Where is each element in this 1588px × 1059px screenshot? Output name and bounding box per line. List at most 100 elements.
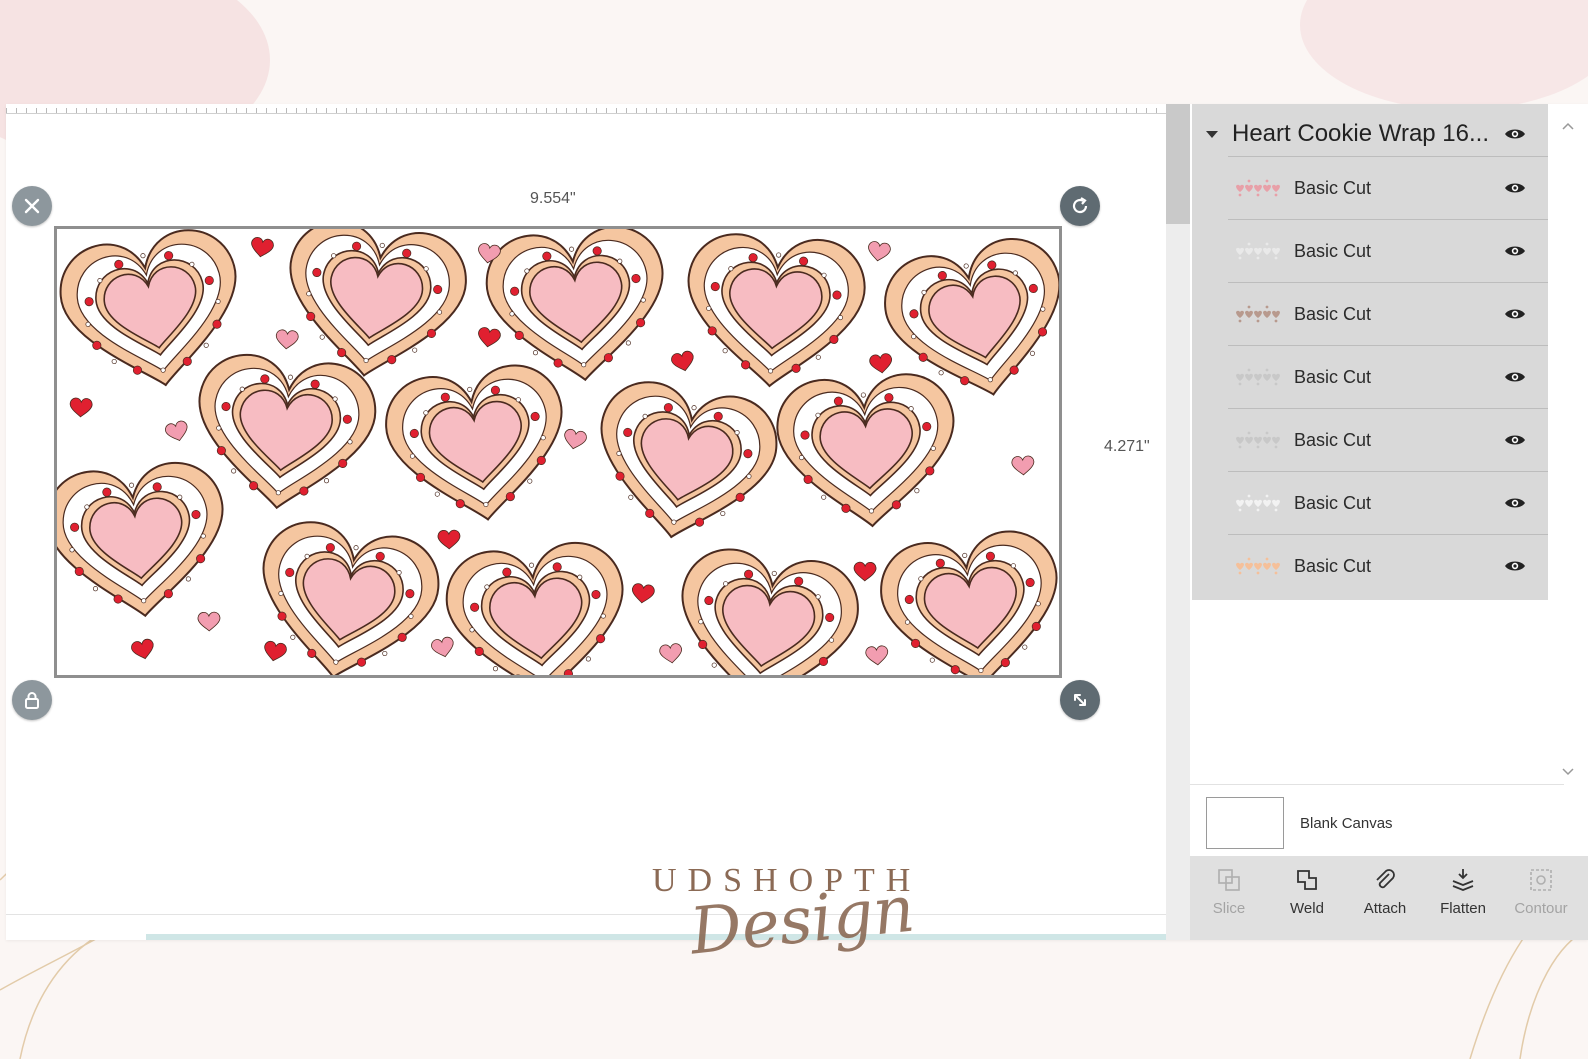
layer-actions-toolbar: Slice Weld Attach Flatten Contour [1190, 856, 1588, 940]
rotate-icon [1072, 197, 1088, 214]
layer-thumbnail [1236, 368, 1280, 386]
heart-cookie [687, 233, 866, 388]
resize-handle[interactable] [1060, 680, 1100, 720]
small-heart [478, 327, 501, 348]
weld-icon [1297, 870, 1317, 890]
close-icon [24, 198, 40, 214]
horizontal-ruler [6, 104, 1182, 114]
layer-thumbnail [1236, 242, 1280, 260]
caret-down-icon[interactable] [1206, 130, 1218, 138]
layer-thumbnail [1236, 431, 1280, 449]
blank-canvas-swatch[interactable] [1206, 797, 1284, 849]
weld-label: Weld [1290, 900, 1324, 917]
layer-label: Basic Cut [1294, 240, 1372, 261]
small-heart [437, 529, 461, 550]
small-heart [853, 561, 877, 582]
resize-arrows-icon [1074, 694, 1086, 706]
heart-cookie [600, 381, 778, 539]
contour-button[interactable]: Contour [1502, 856, 1580, 917]
scroll-up-arrow-icon[interactable] [1562, 122, 1574, 130]
contour-icon [1530, 869, 1552, 891]
small-heart [632, 583, 655, 604]
flatten-label: Flatten [1440, 900, 1486, 917]
small-heart [251, 237, 274, 258]
heart-cookie [776, 373, 955, 528]
paperclip-icon [1376, 869, 1395, 889]
eye-icon[interactable] [1504, 432, 1526, 448]
layer-label: Basic Cut [1294, 177, 1372, 198]
layer-row[interactable]: Basic Cut [1228, 534, 1548, 597]
panel-scroll-track[interactable] [1166, 224, 1190, 940]
layer-row[interactable]: Basic Cut [1228, 156, 1548, 219]
horizontal-scrollbar[interactable] [6, 914, 1182, 934]
design-space-window: 9.554" 4.271" Heart Cookie Wrap 16... Ba… [6, 104, 1588, 940]
height-dimension-label: 4.271" [1104, 438, 1150, 455]
eye-icon[interactable] [1504, 369, 1526, 385]
small-heart [659, 643, 682, 664]
small-heart [197, 611, 221, 632]
flatten-button[interactable]: Flatten [1424, 856, 1502, 917]
heart-cookie-pattern [57, 229, 1059, 675]
layer-label: Basic Cut [1294, 555, 1372, 576]
small-heart [165, 420, 188, 442]
layer-row[interactable]: Basic Cut [1228, 471, 1548, 534]
layer-thumbnail [1236, 179, 1280, 197]
small-heart [431, 636, 454, 658]
layer-row[interactable]: Basic Cut [1228, 219, 1548, 282]
flatten-icon [1452, 869, 1474, 891]
small-heart [69, 397, 93, 418]
weld-button[interactable]: Weld [1268, 856, 1346, 917]
layers-panel: Heart Cookie Wrap 16... Basic Cut Basic C… [1166, 104, 1588, 940]
small-heart [275, 329, 299, 350]
canvas-area[interactable]: 9.554" 4.271" [6, 114, 1182, 940]
layer-group-title: Heart Cookie Wrap 16... [1232, 120, 1490, 147]
heart-cookie [385, 364, 563, 521]
contour-label: Contour [1514, 900, 1568, 917]
lock-handle[interactable] [12, 680, 52, 720]
small-heart [131, 638, 154, 660]
layer-label: Basic Cut [1294, 492, 1372, 513]
layer-thumbnail [1236, 494, 1280, 512]
layer-thumbnail [1236, 557, 1280, 575]
small-heart [865, 645, 889, 666]
panel-scroll-thumb[interactable] [1166, 104, 1190, 224]
slice-label: Slice [1212, 900, 1246, 917]
eye-icon[interactable] [1504, 126, 1526, 142]
layer-group-header[interactable]: Heart Cookie Wrap 16... [1192, 112, 1548, 156]
eye-icon[interactable] [1504, 495, 1526, 511]
heart-cookie [445, 541, 624, 675]
rotate-handle[interactable] [1060, 186, 1100, 226]
eye-icon[interactable] [1504, 558, 1526, 574]
layer-row[interactable]: Basic Cut [1228, 345, 1548, 408]
layer-row[interactable]: Basic Cut [1228, 282, 1548, 345]
small-heart [671, 350, 694, 372]
slice-button[interactable]: Slice [1190, 856, 1268, 917]
small-heart [869, 353, 892, 374]
slice-icon [1218, 869, 1240, 891]
eye-icon[interactable] [1504, 180, 1526, 196]
blank-canvas-row[interactable]: Blank Canvas [1190, 784, 1564, 856]
layer-row[interactable]: Basic Cut [1228, 408, 1548, 471]
heart-cookie-wrap-design[interactable] [54, 226, 1062, 678]
delete-handle[interactable] [12, 186, 52, 226]
small-heart [264, 640, 287, 662]
pink-brush-decoration [1300, 0, 1588, 110]
layer-label: Basic Cut [1294, 303, 1372, 324]
eye-icon[interactable] [1504, 243, 1526, 259]
width-dimension-label: 9.554" [530, 190, 576, 207]
attach-button[interactable]: Attach [1346, 856, 1424, 917]
blank-canvas-label: Blank Canvas [1300, 815, 1393, 832]
small-heart [1011, 455, 1035, 476]
small-heart [868, 241, 891, 262]
heart-cookie [681, 548, 859, 675]
small-heart [564, 428, 587, 450]
layer-label: Basic Cut [1294, 366, 1372, 387]
lock-icon [25, 692, 39, 709]
layer-label: Basic Cut [1294, 429, 1372, 450]
layer-thumbnail [1236, 305, 1280, 323]
heart-cookie [880, 530, 1058, 675]
heart-cookie [289, 229, 467, 377]
scroll-down-arrow-icon[interactable] [1562, 768, 1574, 776]
eye-icon[interactable] [1504, 306, 1526, 322]
heart-cookie [57, 461, 224, 618]
